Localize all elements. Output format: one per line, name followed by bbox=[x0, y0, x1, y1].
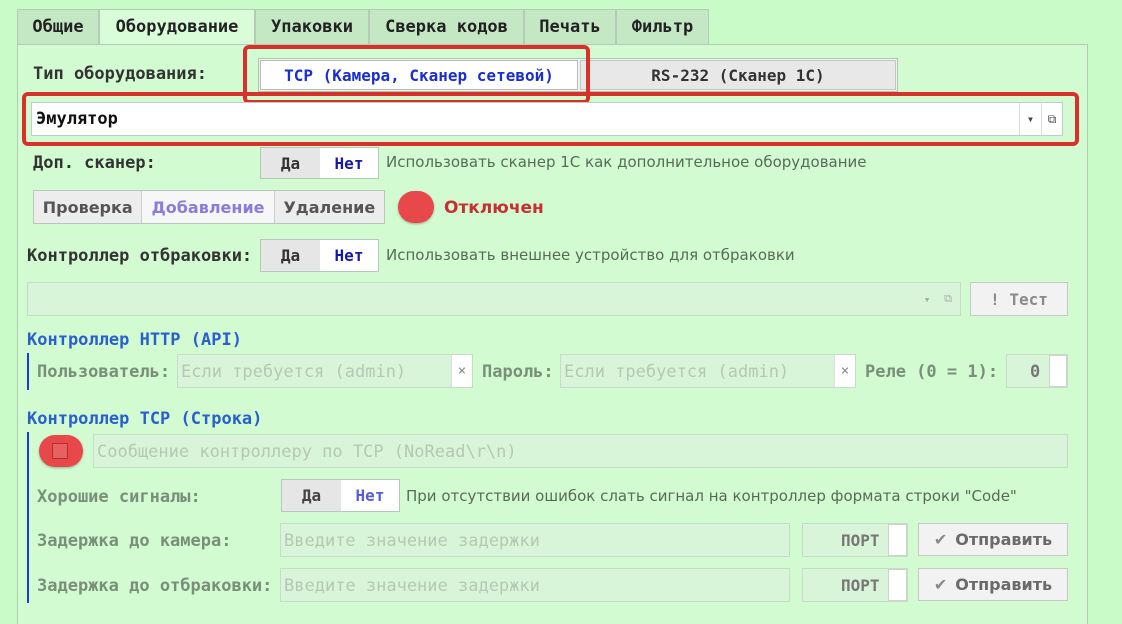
tab-code-check[interactable]: Сверка кодов bbox=[369, 9, 524, 45]
camera-send-button[interactable]: ✔ Отправить bbox=[918, 523, 1068, 556]
equipment-type-label: Тип оборудования: bbox=[33, 64, 207, 84]
reject-controller-yes[interactable]: Да bbox=[261, 240, 320, 271]
http-pass-label: Пароль: bbox=[482, 362, 554, 382]
http-section-line bbox=[27, 353, 29, 390]
relay-value: 0 bbox=[1030, 362, 1041, 382]
extra-scanner-no[interactable]: Нет bbox=[320, 148, 378, 178]
http-user-label: Пользователь: bbox=[37, 362, 171, 382]
good-signals-no[interactable]: Нет bbox=[341, 480, 399, 511]
relay-label: Реле (0 = 1): bbox=[865, 362, 999, 382]
http-section-title: Контроллер HTTP (API) bbox=[27, 330, 242, 350]
clear-user-icon[interactable]: × bbox=[451, 355, 472, 387]
tab-print[interactable]: Печать bbox=[524, 9, 616, 45]
status-text: Отключен bbox=[444, 198, 544, 218]
rs232-option[interactable]: RS-232 (Сканер 1С) bbox=[580, 60, 896, 90]
reject-send-label: Отправить bbox=[955, 575, 1053, 594]
reject-controller-hint: Использовать внешнее устройство для отбр… bbox=[386, 246, 795, 264]
reject-controller-no[interactable]: Нет bbox=[320, 240, 378, 271]
reject-controller-label: Контроллер отбраковки: bbox=[27, 246, 253, 266]
status-indicator[interactable] bbox=[398, 191, 434, 223]
http-user-placeholder: Если требуется (admin) bbox=[181, 362, 407, 382]
camera-port-label: ПОРТ bbox=[841, 531, 880, 550]
camera-port-spinner[interactable] bbox=[888, 524, 907, 556]
check-icon: ✔ bbox=[933, 575, 948, 594]
extra-scanner-toggle: Да Нет bbox=[260, 147, 379, 179]
extra-scanner-hint: Использовать сканер 1С как дополнительно… bbox=[386, 153, 867, 171]
reject-chevron-down-icon[interactable]: ▾ bbox=[918, 290, 936, 308]
reject-send-button[interactable]: ✔ Отправить bbox=[918, 568, 1068, 601]
reject-delay-label: Задержка до отбраковки: bbox=[37, 576, 273, 596]
reject-port-label: ПОРТ bbox=[841, 576, 880, 595]
relay-spinner[interactable] bbox=[1049, 355, 1067, 387]
clear-pass-icon[interactable]: × bbox=[834, 355, 855, 387]
camera-delay-label: Задержка до камера: bbox=[37, 531, 232, 551]
good-signals-hint: При отсутствии ошибок слать сигнал на ко… bbox=[406, 487, 1017, 505]
reject-port-spinner[interactable] bbox=[888, 569, 907, 601]
reject-open-external-icon[interactable]: ⧉ bbox=[939, 290, 957, 308]
tab-general[interactable]: Общие bbox=[17, 9, 99, 45]
http-pass-placeholder: Если требуется (admin) bbox=[564, 362, 790, 382]
tab-bar: Общие Оборудование Упаковки Сверка кодов… bbox=[0, 0, 1122, 45]
tcp-message-placeholder: Сообщение контроллеру по TCP (NoRead\r\n… bbox=[97, 442, 517, 462]
tab-filter[interactable]: Фильтр bbox=[616, 9, 709, 45]
tcp-stop-icon bbox=[52, 443, 68, 459]
good-signals-yes[interactable]: Да bbox=[282, 480, 341, 511]
reject-controller-toggle: Да Нет bbox=[260, 239, 379, 272]
reject-device-select[interactable] bbox=[27, 282, 961, 316]
mode-check-button[interactable]: Проверка bbox=[34, 191, 143, 223]
tcp-section-line bbox=[27, 432, 29, 603]
reject-delay-placeholder: Введите значение задержки bbox=[284, 576, 540, 596]
test-button[interactable]: ! Тест bbox=[970, 282, 1068, 316]
extra-scanner-yes[interactable]: Да bbox=[261, 148, 320, 178]
good-signals-label: Хорошие сигналы: bbox=[37, 487, 201, 507]
good-signals-toggle: Да Нет bbox=[281, 479, 400, 512]
camera-send-label: Отправить bbox=[955, 530, 1053, 549]
tab-equipment[interactable]: Оборудование bbox=[99, 9, 255, 45]
extra-scanner-label: Доп. сканер: bbox=[33, 153, 156, 173]
tcp-section-title: Контроллер TCP (Строка) bbox=[27, 409, 263, 429]
mode-selector: Проверка Добавление Удаление bbox=[33, 190, 385, 224]
mode-delete-button[interactable]: Удаление bbox=[274, 191, 385, 223]
mode-add-button[interactable]: Добавление bbox=[142, 191, 275, 223]
highlight-device-select bbox=[22, 92, 1079, 146]
check-icon: ✔ bbox=[933, 530, 948, 549]
camera-delay-placeholder: Введите значение задержки bbox=[284, 531, 540, 551]
tab-packaging[interactable]: Упаковки bbox=[255, 9, 369, 45]
